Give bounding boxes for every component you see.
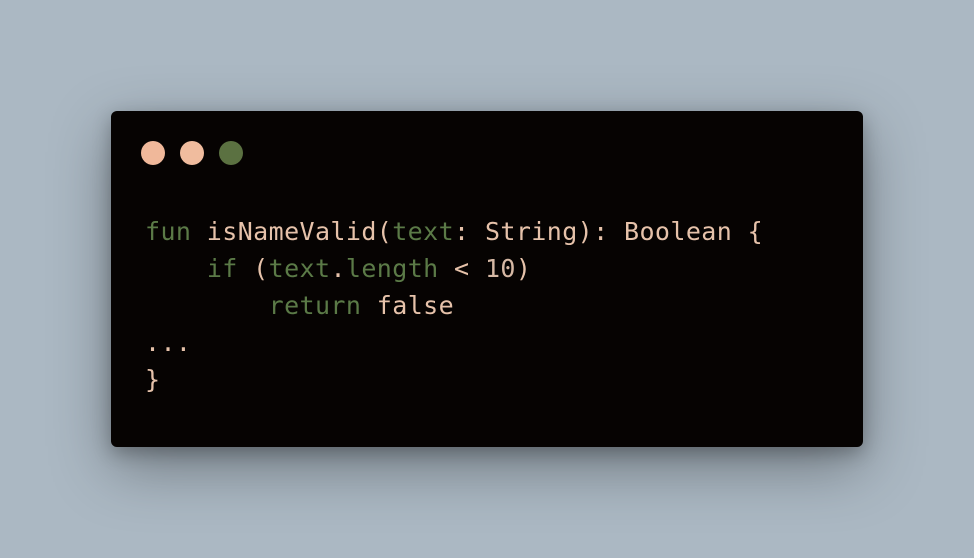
code-token-plain: : String): Boolean { bbox=[454, 217, 764, 246]
code-line: if (text.length < 10) bbox=[145, 250, 763, 287]
code-line: ... bbox=[145, 324, 763, 361]
code-token-keyword: text bbox=[268, 254, 331, 283]
code-line: } bbox=[145, 361, 763, 398]
code-token-plain: isNameValid( bbox=[191, 217, 393, 246]
code-token-plain: ... bbox=[145, 328, 192, 357]
code-token-keyword: return bbox=[268, 291, 362, 320]
code-window: fun isNameValid(text: String): Boolean {… bbox=[111, 111, 863, 447]
code-token-keyword: if bbox=[206, 254, 238, 283]
code-token-number: 10 bbox=[484, 254, 516, 283]
close-dot-icon[interactable] bbox=[141, 141, 165, 165]
code-token-plain: < bbox=[438, 254, 485, 283]
code-token-keyword: fun bbox=[145, 217, 192, 246]
code-token-plain: false bbox=[361, 291, 455, 320]
code-token-keyword: length bbox=[345, 254, 439, 283]
code-token-plain: } bbox=[145, 365, 161, 394]
zoom-dot-icon[interactable] bbox=[219, 141, 243, 165]
code-line: return false bbox=[145, 287, 763, 324]
code-block: fun isNameValid(text: String): Boolean {… bbox=[145, 213, 763, 398]
code-token-keyword: text bbox=[392, 217, 455, 246]
code-token-plain: ) bbox=[515, 254, 532, 283]
code-token-plain: ( bbox=[237, 254, 269, 283]
window-controls bbox=[141, 141, 243, 165]
code-token-plain: . bbox=[330, 254, 346, 283]
code-line: fun isNameValid(text: String): Boolean { bbox=[145, 213, 763, 250]
minimize-dot-icon[interactable] bbox=[180, 141, 204, 165]
